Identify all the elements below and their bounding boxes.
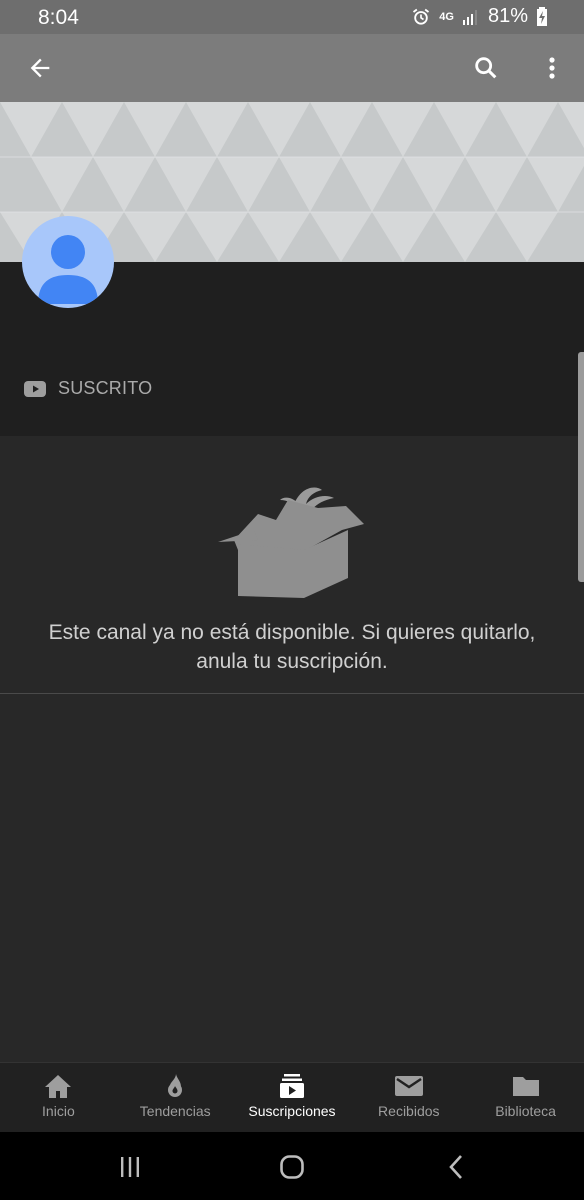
status-time: 8:04 — [38, 6, 79, 29]
recent-apps-icon — [121, 1157, 139, 1177]
signal-icon — [462, 9, 477, 25]
status-icons: 4G 81% — [411, 5, 548, 28]
empty-box-illustration — [214, 478, 370, 607]
chevron-left-icon — [449, 1155, 462, 1179]
app-bar — [0, 34, 584, 102]
scrollbar[interactable] — [578, 352, 584, 582]
alarm-icon — [413, 8, 430, 25]
nav-label-suscripciones: Suscripciones — [248, 1103, 336, 1119]
subscriptions-icon — [279, 1074, 304, 1098]
search-icon — [475, 57, 497, 79]
nav-item-tendencias[interactable]: Tendencias — [117, 1063, 234, 1133]
nav-item-inicio[interactable]: Inicio — [0, 1063, 117, 1133]
subscribed-label: SUSCRITO — [58, 378, 153, 398]
nav-item-suscripciones[interactable]: Suscripciones — [234, 1063, 351, 1133]
nav-label-biblioteca: Biblioteca — [495, 1103, 556, 1119]
home-button[interactable] — [272, 1152, 312, 1182]
subscribed-status[interactable]: SUSCRITO — [24, 378, 152, 399]
box-icon — [218, 487, 364, 598]
unavailable-message: Este canal ya no está disponible. Si qui… — [0, 618, 584, 676]
back-nav-button[interactable] — [436, 1152, 476, 1182]
mail-icon — [394, 1076, 423, 1096]
nav-item-biblioteca[interactable]: Biblioteca — [467, 1063, 584, 1133]
divider — [0, 693, 584, 694]
nav-label-inicio: Inicio — [42, 1103, 75, 1119]
arrow-back-icon — [30, 58, 50, 78]
unavailable-message-line2: anula tu suscripción. — [196, 650, 388, 673]
more-vert-icon — [549, 57, 555, 79]
flame-icon — [168, 1074, 183, 1097]
more-options-button[interactable] — [532, 48, 572, 88]
system-navigation-bar — [0, 1132, 584, 1200]
nav-label-recibidos: Recibidos — [378, 1103, 440, 1119]
search-button[interactable] — [466, 48, 506, 88]
folder-icon — [512, 1077, 539, 1096]
back-button[interactable] — [20, 48, 60, 88]
avatar — [22, 216, 114, 308]
network-type: 4G — [439, 10, 454, 23]
youtube-icon — [24, 380, 46, 397]
unavailable-message-line1: Este canal ya no está disponible. Si qui… — [48, 621, 536, 644]
status-bar: 8:04 4G 81% — [0, 0, 584, 34]
battery-charging-icon — [537, 6, 547, 26]
person-icon — [38, 235, 98, 304]
battery-percent: 81% — [487, 5, 528, 27]
home-nav-icon — [280, 1155, 304, 1179]
home-icon — [45, 1075, 72, 1098]
nav-item-recibidos[interactable]: Recibidos — [350, 1063, 467, 1133]
bottom-navigation: Inicio Tendencias Suscripciones Recibido… — [0, 1062, 584, 1133]
recent-apps-button[interactable] — [110, 1152, 150, 1182]
nav-label-tendencias: Tendencias — [139, 1103, 211, 1119]
